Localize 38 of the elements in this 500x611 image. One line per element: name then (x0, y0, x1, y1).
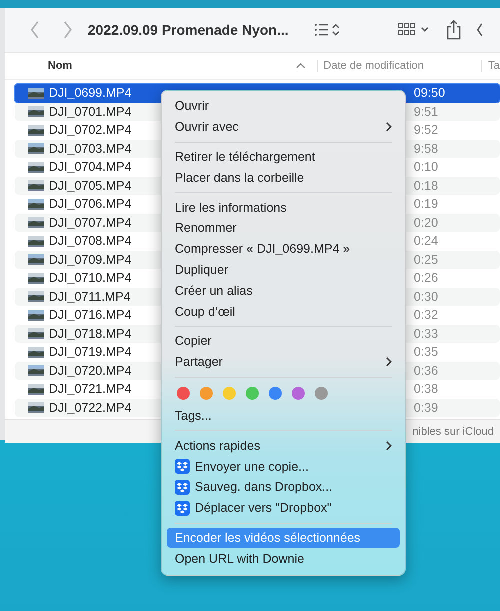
file-name: DJI_0705.MP4 (49, 178, 132, 193)
status-text: nibles sur iCloud (412, 426, 494, 438)
date-cell-text: 0:30 (414, 290, 440, 304)
file-name: DJI_0709.MP4 (49, 252, 132, 267)
window-title: 2022.09.09 Promenade Nyon... (88, 22, 290, 38)
file-name: DJI_0699.MP4 (49, 86, 132, 100)
file-name: DJI_0707.MP4 (49, 216, 132, 230)
date-cell-text: 0:35 (414, 345, 440, 360)
date-cell-text: 0:33 (414, 326, 440, 341)
file-name: DJI_0719.MP4 (49, 345, 132, 360)
file-name: DJI_0721.MP4 (49, 382, 132, 396)
date-cell-text: 0:20 (414, 216, 440, 230)
date-cell-text: 0:38 (414, 382, 440, 396)
date-cell-text: 0:39 (414, 400, 440, 415)
date-cell-text: 0:26 (414, 271, 440, 286)
file-name: DJI_0704.MP4 (49, 160, 132, 174)
file-name: DJI_0716.MP4 (49, 308, 132, 322)
date-cell-text: 9:51 (414, 104, 440, 119)
date-cell-text: 0:25 (414, 252, 440, 267)
file-name: DJI_0702.MP4 (49, 123, 132, 138)
file-name: DJI_0703.MP4 (49, 142, 132, 156)
file-name: DJI_0718.MP4 (49, 326, 132, 341)
file-name: DJI_0701.MP4 (49, 104, 132, 119)
date-cell-text: 0:24 (414, 234, 440, 248)
file-name: DJI_0711.MP4 (49, 290, 131, 304)
file-name: DJI_0706.MP4 (49, 197, 132, 212)
file-name: DJI_0710.MP4 (49, 271, 132, 286)
date-cell-text: 9:58 (414, 142, 440, 156)
file-name: DJI_0722.MP4 (49, 400, 132, 415)
file-name: DJI_0708.MP4 (49, 234, 132, 248)
date-cell-text: 0:36 (414, 364, 440, 378)
date-cell-text: 0:18 (414, 178, 440, 193)
date-cell-text: 9:52 (414, 123, 440, 138)
date-cell-text: 0:32 (414, 308, 440, 322)
date-cell-text: 0:10 (414, 160, 440, 174)
date-cell-text: 0:19 (414, 197, 440, 212)
date-cell-text: 09:50 (414, 86, 446, 100)
file-name: DJI_0720.MP4 (49, 364, 132, 378)
